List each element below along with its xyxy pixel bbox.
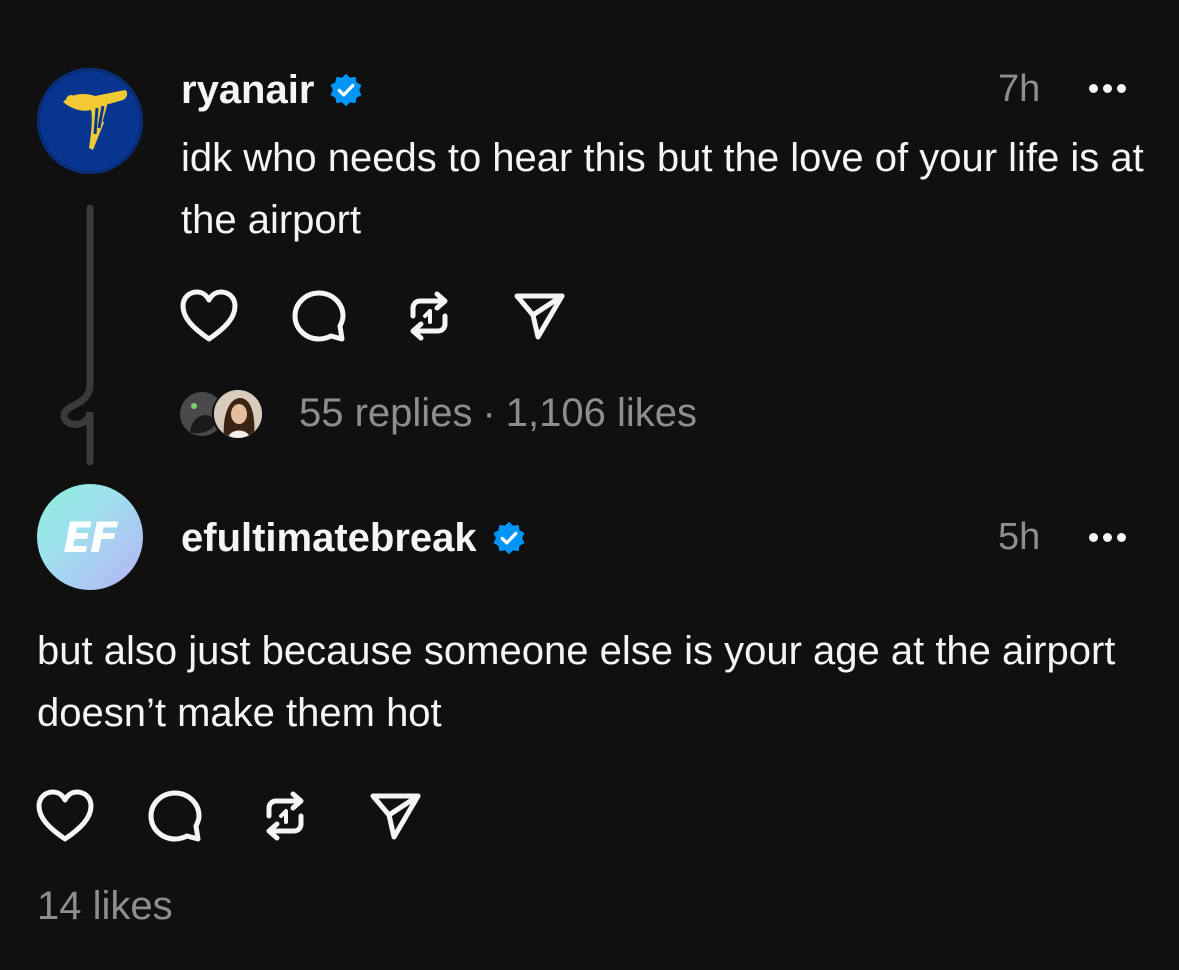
- efultimatebreak-avatar[interactable]: EF: [37, 484, 143, 590]
- share-icon: [370, 793, 421, 840]
- replier-avatars: [178, 388, 268, 440]
- reply-username[interactable]: efultimatebreak: [181, 518, 527, 558]
- post-username[interactable]: ryanair: [181, 70, 364, 110]
- thread-connector: [60, 204, 94, 466]
- share-button[interactable]: [365, 786, 425, 846]
- share-icon: [514, 293, 565, 340]
- like-button[interactable]: [35, 786, 95, 846]
- reply-username-text[interactable]: efultimatebreak: [181, 518, 477, 558]
- repost-icon: [410, 291, 448, 341]
- comment-button[interactable]: [145, 786, 205, 846]
- verified-badge-icon: [493, 521, 525, 555]
- post-text: idk who needs to hear this but the love …: [181, 136, 1144, 242]
- comment-icon: [292, 290, 346, 342]
- replies-count[interactable]: 55 replies: [299, 393, 472, 433]
- post-username-text[interactable]: ryanair: [181, 70, 314, 110]
- likes-count[interactable]: 1,106 likes: [506, 393, 697, 433]
- more-icon[interactable]: [1089, 84, 1126, 93]
- ef-logo: EF: [63, 512, 118, 562]
- post-stats: 55 replies · 1,106 likes: [299, 393, 697, 433]
- post-actions: [179, 286, 569, 346]
- stats-separator: ·: [482, 391, 496, 435]
- like-button[interactable]: [179, 286, 239, 346]
- comment-icon: [148, 790, 202, 842]
- reply-actions: [35, 786, 425, 846]
- repost-button[interactable]: [399, 286, 459, 346]
- verified-badge-icon: [330, 73, 362, 107]
- reply-likes-count[interactable]: 14 likes: [37, 886, 173, 926]
- heart-icon: [180, 289, 238, 342]
- repost-icon: [266, 791, 304, 841]
- reply-timestamp: 5h: [998, 516, 1041, 558]
- repost-button[interactable]: [255, 786, 315, 846]
- replier-avatar-2: [212, 388, 264, 440]
- reply-text: but also just because someone else is yo…: [37, 629, 1116, 735]
- post-timestamp: 7h: [998, 68, 1041, 110]
- heart-icon: [36, 789, 94, 842]
- more-icon[interactable]: [1089, 533, 1126, 542]
- ryanair-avatar[interactable]: [37, 68, 143, 174]
- comment-button[interactable]: [289, 286, 349, 346]
- ryanair-harp-logo: [38, 69, 142, 173]
- share-button[interactable]: [509, 286, 569, 346]
